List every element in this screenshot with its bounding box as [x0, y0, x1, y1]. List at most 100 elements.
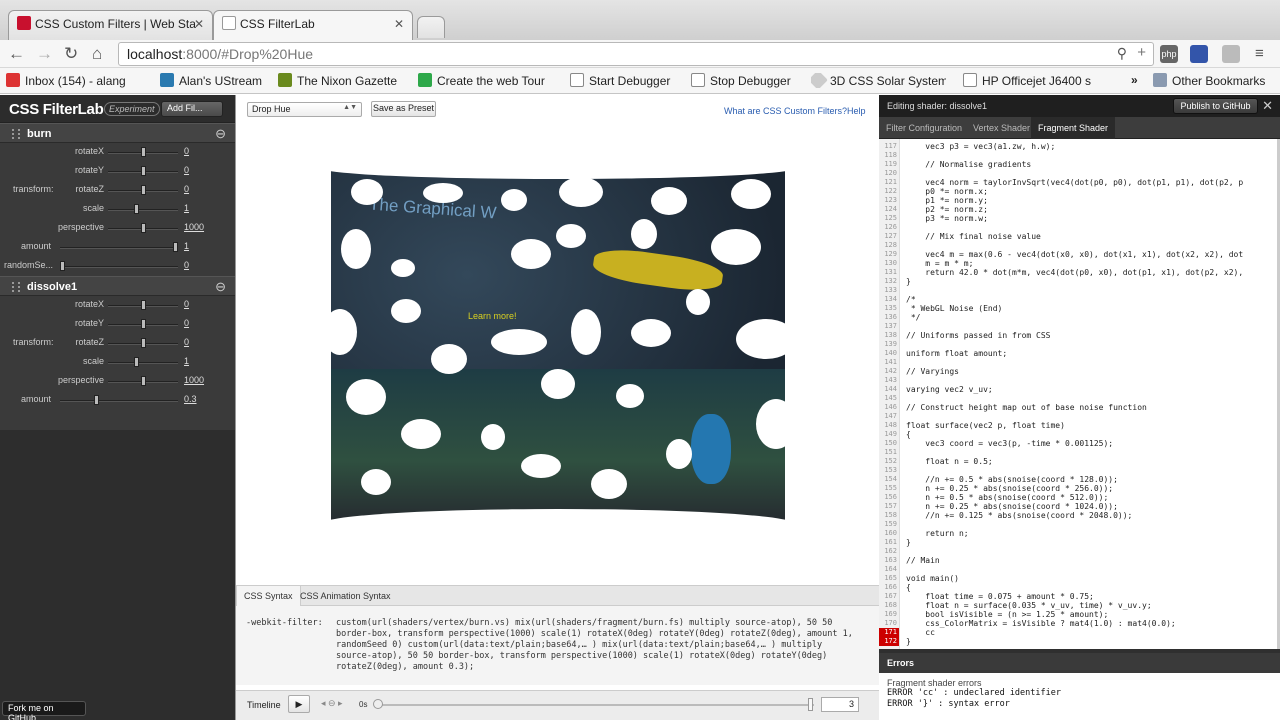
save-preset-button[interactable]: Save as Preset — [371, 101, 436, 117]
code-line: 164 — [879, 565, 1277, 574]
bookmark-item[interactable]: Create the web Tour — [418, 73, 553, 88]
close-tab-icon[interactable]: ✕ — [194, 17, 204, 31]
line-number: 171 — [879, 628, 899, 637]
slider-knob[interactable] — [140, 319, 146, 329]
param-slider[interactable] — [60, 266, 178, 268]
home-icon[interactable]: ⌂ — [92, 44, 102, 64]
line-number: 153 — [884, 466, 897, 474]
php-extension-icon[interactable]: php — [1160, 45, 1178, 63]
fork-github-button[interactable]: Fork me on GitHub — [2, 701, 86, 723]
menu-icon[interactable]: ≡ — [1255, 44, 1264, 64]
tab-vertex-shader[interactable]: Vertex Shader — [966, 117, 1037, 139]
code-line: 131 return 42.0 * dot(m*m, vec4(dot(p0, … — [879, 268, 1277, 277]
bookmark-item[interactable]: Start Debugger — [570, 73, 690, 88]
tab-css-syntax[interactable]: CSS Syntax — [236, 586, 301, 606]
css-property: -webkit-filter: — [246, 618, 323, 628]
timeline-track[interactable] — [373, 698, 814, 711]
param-value[interactable]: 0 — [184, 146, 189, 156]
close-tab-icon[interactable]: ✕ — [394, 17, 404, 31]
what-are-filters-link[interactable]: What are CSS Custom Filters? — [724, 106, 847, 116]
extension-icon[interactable] — [1190, 45, 1208, 63]
bookmark-item[interactable]: 3D CSS Solar System — [811, 73, 946, 88]
reload-icon[interactable]: ↻ — [64, 44, 78, 64]
play-button[interactable]: ▶ — [288, 695, 310, 713]
param-slider[interactable] — [108, 362, 178, 364]
param-value[interactable]: 0 — [184, 184, 189, 194]
param-value[interactable]: 0 — [184, 299, 189, 309]
slider-knob[interactable] — [140, 223, 146, 233]
chevron-more-icon[interactable]: » — [1131, 73, 1138, 87]
tab-filter-configuration[interactable]: Filter Configuration — [879, 117, 969, 139]
bookmark-item[interactable]: Stop Debugger — [691, 73, 801, 88]
tab-css-filterlab[interactable]: CSS FilterLab ✕ — [213, 10, 413, 40]
param-slider[interactable] — [60, 247, 178, 249]
code-line: 138 // Uniforms passed in from CSS — [879, 331, 1277, 340]
publish-github-button[interactable]: Publish to GitHub — [1173, 98, 1258, 114]
collapse-icon[interactable]: ⊖ — [215, 126, 226, 142]
slider-knob[interactable] — [60, 261, 65, 271]
filter-header[interactable]: burn ⊖ — [0, 123, 235, 143]
collapse-icon[interactable]: ⊖ — [215, 279, 226, 295]
param-value[interactable]: 1000 — [184, 222, 204, 232]
address-bar[interactable]: localhost:8000/#Drop%20Hue ⚲ + — [118, 42, 1154, 66]
code-line: 143 — [879, 376, 1277, 385]
new-tab-button[interactable] — [417, 16, 445, 38]
slider-knob[interactable] — [134, 204, 139, 214]
page-icon — [222, 16, 236, 30]
back-icon[interactable]: ← — [8, 44, 25, 64]
close-icon[interactable]: ✕ — [1262, 98, 1273, 114]
filter-header[interactable]: dissolve1 ⊖ — [0, 276, 235, 296]
param-value[interactable]: 1 — [184, 356, 189, 366]
preset-select[interactable]: Drop Hue ▲▼ — [247, 102, 362, 117]
timeline-end-handle[interactable] — [808, 698, 813, 711]
help-link[interactable]: Help — [847, 106, 866, 116]
bookmark-item[interactable]: The Nixon Gazette — [278, 73, 406, 88]
param-value[interactable]: 0 — [184, 337, 189, 347]
slider-knob[interactable] — [173, 242, 178, 252]
slider-knob[interactable] — [140, 147, 146, 157]
drag-handle-icon[interactable] — [12, 129, 20, 139]
filterlab-app: CSS FilterLab Experiment Add Fil... burn… — [0, 95, 1280, 723]
slider-knob[interactable] — [140, 338, 146, 348]
gmail-icon — [6, 73, 20, 87]
keyframe-controls[interactable]: ◂ ⊖ ▸ — [321, 698, 343, 709]
other-bookmarks[interactable]: Other Bookmarks — [1153, 73, 1278, 88]
param-value[interactable]: 1 — [184, 241, 189, 251]
slider-knob[interactable] — [140, 185, 146, 195]
bookmark-item[interactable]: Alan's UStream — [160, 73, 265, 88]
code-text: css_ColorMatrix = isVisible ? mat4(1.0) … — [906, 619, 1176, 628]
param-slider[interactable] — [60, 400, 178, 402]
extension-icon[interactable] — [1222, 45, 1240, 63]
timeline-duration-input[interactable]: 3 — [821, 697, 859, 712]
param-value[interactable]: 0 — [184, 318, 189, 328]
tab-fragment-shader[interactable]: Fragment Shader — [1031, 117, 1116, 139]
slider-knob[interactable] — [140, 376, 146, 386]
code-text: p1 *= norm.y; — [906, 196, 988, 205]
bookmark-item[interactable]: Inbox (154) - alang — [6, 73, 144, 88]
code-line: 121 vec4 norm = taylorInvSqrt(vec4(dot(p… — [879, 178, 1277, 187]
slider-knob[interactable] — [93, 395, 99, 405]
param-slider[interactable] — [108, 209, 178, 211]
param-value[interactable]: 1 — [184, 203, 189, 213]
slider-knob[interactable] — [140, 166, 146, 176]
search-icon[interactable]: ⚲ — [1117, 45, 1127, 62]
param-value[interactable]: 0.3 — [184, 394, 197, 404]
code-text: void main() — [906, 574, 959, 583]
bookmark-item[interactable]: HP Officejet J6400 s — [963, 73, 1096, 88]
tab-css-animation-syntax[interactable]: CSS Animation Syntax — [293, 586, 398, 606]
line-number: 119 — [884, 160, 897, 168]
param-value[interactable]: 0 — [184, 260, 189, 270]
param-value[interactable]: 0 — [184, 165, 189, 175]
tab-css-custom-filters[interactable]: CSS Custom Filters | Web Sta ✕ — [8, 10, 213, 40]
param-value[interactable]: 1000 — [184, 375, 204, 385]
code-editor[interactable]: 117 vec3 p3 = vec3(a1.zw, h.w); 118 119 //… — [879, 139, 1277, 649]
drag-handle-icon[interactable] — [12, 282, 20, 292]
slider-knob[interactable] — [140, 300, 146, 310]
timeline-start-knob[interactable] — [373, 699, 383, 709]
bookmark-plus-icon[interactable]: + — [1137, 44, 1146, 61]
blue-character — [691, 414, 731, 484]
add-filter-button[interactable]: Add Fil... — [161, 101, 223, 117]
slider-knob[interactable] — [134, 357, 139, 367]
code-text: // Uniforms passed in from CSS — [906, 331, 1051, 340]
forward-icon[interactable]: → — [36, 44, 53, 64]
